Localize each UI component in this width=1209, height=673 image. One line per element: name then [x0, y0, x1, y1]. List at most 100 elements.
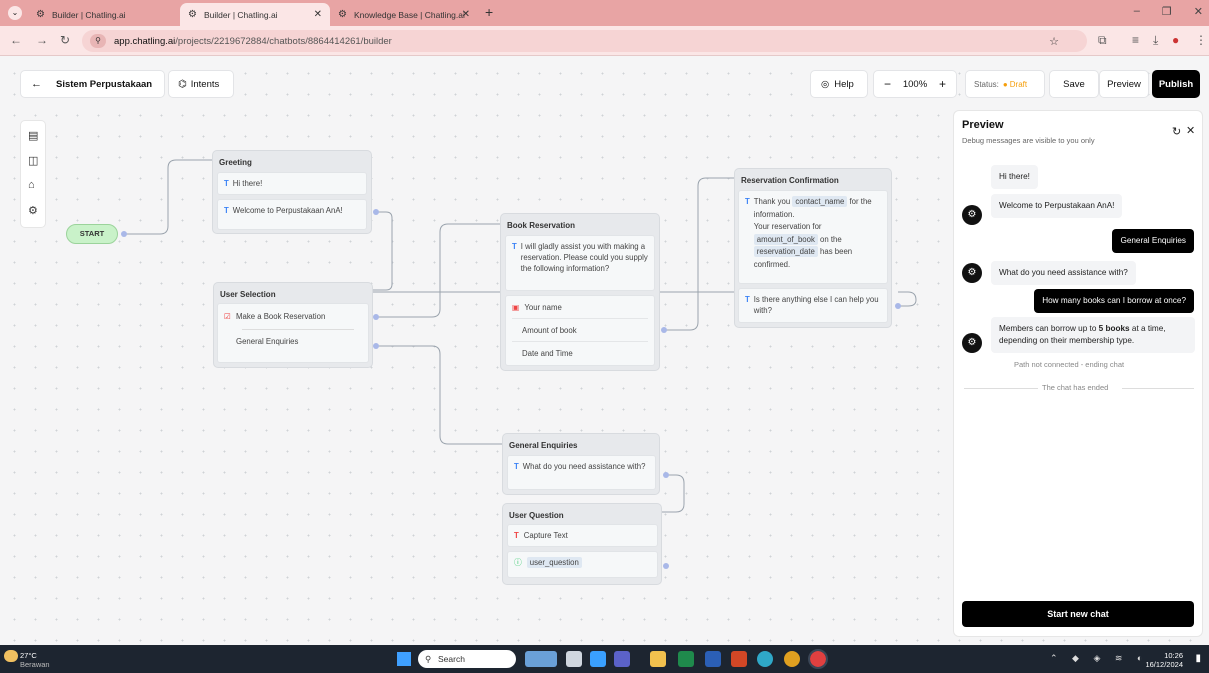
save-button[interactable]: Save [1049, 70, 1099, 98]
date: 16/12/2024 [1145, 660, 1183, 669]
zoom-in-button[interactable]: + [939, 77, 946, 91]
task-view-icon[interactable] [566, 651, 582, 667]
forward-icon[interactable]: → [36, 33, 48, 47]
bookmark-star-icon[interactable]: ☆ [1049, 35, 1059, 48]
option-make-reservation[interactable]: ☑ Make a Book Reservation [224, 311, 362, 322]
reservation-connector[interactable] [661, 327, 667, 333]
notification-icon[interactable]: ▮ [1195, 653, 1201, 664]
chrome-active-icon[interactable] [808, 649, 828, 669]
block-toolbox: ▤ ◫ ⌂ ⚙ [20, 120, 46, 228]
zoom-out-button[interactable]: − [884, 77, 891, 91]
site-info-icon[interactable]: ⚲ [90, 34, 106, 48]
reading-list-icon[interactable]: ≡ [1132, 33, 1139, 47]
window-controls: – ❐ ✕ [1134, 5, 1203, 18]
chrome-icon[interactable] [784, 651, 800, 667]
url-field[interactable]: ⚲ app.chatling.ai/projects/2219672884/ch… [82, 30, 1087, 52]
close-icon[interactable]: ✕ [462, 9, 470, 20]
publish-button[interactable]: Publish [1152, 70, 1200, 98]
bot-answer-message: Members can borrow up to 5 books at a ti… [991, 317, 1195, 353]
restore-icon[interactable]: ❐ [1162, 5, 1172, 18]
text-icon: T [745, 295, 750, 304]
url-host: app.chatling.ai [114, 35, 176, 47]
enquiries-connector[interactable] [663, 472, 669, 478]
back-icon[interactable]: ← [10, 33, 22, 47]
text-segment: on the [820, 234, 842, 244]
tab-title: Knowledge Base | Chatling.ai [354, 9, 465, 20]
variable-item[interactable]: ⓘ user_question [507, 551, 658, 578]
preview-label: Preview [1107, 78, 1141, 90]
copilot-icon[interactable] [590, 651, 606, 667]
start-node[interactable]: START [66, 224, 118, 244]
preview-button[interactable]: Preview [1099, 70, 1149, 98]
greeting-message-1[interactable]: T Hi there! [217, 172, 367, 195]
selection-connector-2[interactable] [373, 343, 379, 349]
excel-icon[interactable] [678, 651, 694, 667]
menu-kebab-icon[interactable]: ⋮ [1195, 33, 1207, 47]
confirmation-message[interactable]: T Thank you contact_name for the informa… [738, 190, 888, 284]
path-note: Path not connected - ending chat [1014, 360, 1125, 369]
bot-avatar-icon: ⚙ [962, 205, 982, 225]
field-date-and-time[interactable]: Date and Time [512, 342, 648, 365]
document-icon[interactable]: ◫ [28, 154, 38, 167]
search-placeholder: Search [438, 654, 465, 664]
text-icon: T [514, 462, 519, 471]
field-label: Amount of book [522, 326, 577, 335]
weather-icon[interactable] [4, 650, 18, 662]
start-connector[interactable] [121, 231, 127, 237]
capture-text-item[interactable]: T Capture Text [507, 524, 658, 547]
intents-button[interactable]: ⌬ Intents [168, 70, 234, 98]
confirmation-connector[interactable] [895, 303, 901, 309]
confirmation-followup[interactable]: T Is there anything else I can help you w… [738, 288, 888, 323]
extensions-icon[interactable]: ⧉ [1098, 33, 1107, 48]
close-icon[interactable]: ✕ [314, 9, 322, 20]
user-message: General Enquiries [1112, 229, 1194, 253]
browser-tab-2[interactable]: ⚙ Builder | Chatling.ai ✕ [180, 3, 330, 26]
powerpoint-icon[interactable] [731, 651, 747, 667]
project-name: Sistem Perpustakaan [56, 78, 153, 90]
variable-chip: reservation_date [753, 246, 818, 257]
windows-start-icon[interactable] [397, 652, 411, 666]
new-tab-button[interactable]: + [485, 4, 493, 20]
url-path: /projects/2219672884/chatbots/8864414261… [175, 35, 392, 47]
profile-avatar-icon[interactable]: ● [1172, 33, 1179, 47]
taskbar-search[interactable]: ⚲ Search [418, 650, 516, 668]
enquiries-message[interactable]: T What do you need assistance with? [507, 455, 656, 490]
settings-icon[interactable]: ⚙ [28, 204, 38, 217]
reservation-message[interactable]: TI will gladly assist you with making a … [505, 235, 655, 291]
choice-icon: ☑ [224, 312, 231, 321]
blocks-icon[interactable]: ▤ [28, 129, 38, 142]
close-window-icon[interactable]: ✕ [1194, 5, 1203, 18]
greeting-message-2[interactable]: T Welcome to Perpustakaan AnA! [217, 199, 367, 230]
file-explorer-icon[interactable] [650, 651, 666, 667]
refresh-icon[interactable]: ↻ [1172, 125, 1181, 138]
question-connector[interactable] [663, 563, 669, 569]
system-tray[interactable]: ⌃ ◆ ◈ ≋ ◐ [1050, 653, 1148, 664]
gear-icon: ⚙ [36, 8, 45, 20]
greeting-connector[interactable] [373, 209, 379, 215]
teams-icon[interactable] [614, 651, 630, 667]
project-title-pill: ← Sistem Perpustakaan [20, 70, 165, 98]
download-icon[interactable]: ⤓ [1153, 33, 1158, 48]
widgets-icon[interactable] [525, 651, 557, 667]
word-icon[interactable] [705, 651, 721, 667]
minimize-icon[interactable]: – [1134, 5, 1140, 18]
arrow-left-icon[interactable]: ← [31, 78, 42, 90]
tab-search-icon[interactable]: ⌄ [8, 6, 22, 20]
start-new-chat-button[interactable]: Start new chat [962, 601, 1194, 627]
reload-icon[interactable]: ↻ [60, 33, 70, 47]
variable-icon: ⓘ [514, 558, 522, 567]
selection-connector-1[interactable] [373, 314, 379, 320]
field-amount-of-book[interactable]: Amount of book [512, 319, 648, 342]
weather-widget[interactable]: 27°C Berawan [20, 651, 50, 669]
text-icon: T [512, 242, 517, 251]
option-general-enquiries[interactable]: General Enquiries [224, 336, 362, 347]
clock[interactable]: 10:26 16/12/2024 [1145, 651, 1183, 669]
field-your-name[interactable]: ▣ Your name [512, 296, 648, 319]
edge-icon[interactable] [757, 651, 773, 667]
browser-tab-3[interactable]: ⚙ Knowledge Base | Chatling.ai ✕ [330, 3, 478, 26]
help-button[interactable]: ◎ Help [810, 70, 868, 98]
bot-icon[interactable]: ⌂ [28, 179, 35, 191]
close-icon[interactable]: ✕ [1186, 124, 1195, 137]
temperature: 27°C [20, 651, 37, 660]
preview-title: Preview [962, 119, 1004, 131]
